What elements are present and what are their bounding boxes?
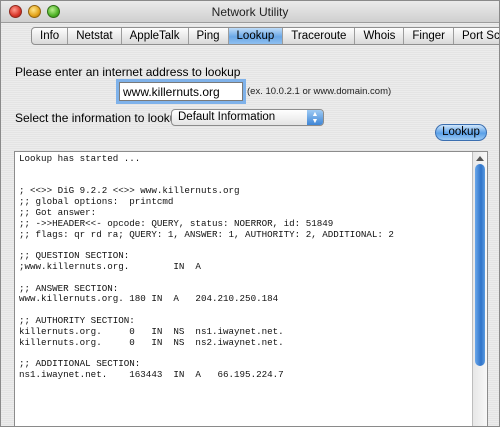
tab-info[interactable]: Info (32, 28, 69, 44)
info-prompt: Select the information to lookup: (15, 111, 187, 125)
scrollbar-thumb[interactable] (475, 164, 485, 366)
tab-port-scan[interactable]: Port Scan (454, 28, 499, 44)
tab-lookup[interactable]: Lookup (228, 28, 284, 44)
output-text: Lookup has started ... ; <<>> DiG 9.2.2 … (19, 153, 394, 380)
tab-whois[interactable]: Whois (355, 28, 405, 44)
scroll-up-icon[interactable] (476, 156, 484, 161)
tab-bar: Info Netstat AppleTalk Ping Lookup Trace… (31, 27, 499, 45)
tab-finger[interactable]: Finger (404, 28, 455, 44)
network-utility-window: Network Utility Info Netstat AppleTalk P… (0, 0, 500, 427)
tab-netstat[interactable]: Netstat (68, 28, 122, 44)
info-type-selected: Default Information (178, 111, 276, 123)
address-prompt: Please enter an internet address to look… (15, 65, 241, 79)
tab-ping[interactable]: Ping (189, 28, 229, 44)
title-bar[interactable]: Network Utility (1, 1, 499, 23)
info-type-select[interactable]: Default Information ▲ ▼ (171, 109, 324, 126)
address-input[interactable] (119, 82, 243, 101)
vertical-scrollbar[interactable] (472, 152, 487, 426)
select-arrows-icon: ▲ ▼ (307, 110, 323, 125)
lookup-button[interactable]: Lookup (435, 124, 487, 141)
window-title: Network Utility (211, 5, 289, 19)
lookup-output[interactable]: Lookup has started ... ; <<>> DiG 9.2.2 … (14, 151, 488, 426)
tab-appletalk[interactable]: AppleTalk (122, 28, 189, 44)
tab-traceroute[interactable]: Traceroute (283, 28, 356, 44)
address-hint: (ex. 10.0.2.1 or www.domain.com) (247, 86, 392, 97)
